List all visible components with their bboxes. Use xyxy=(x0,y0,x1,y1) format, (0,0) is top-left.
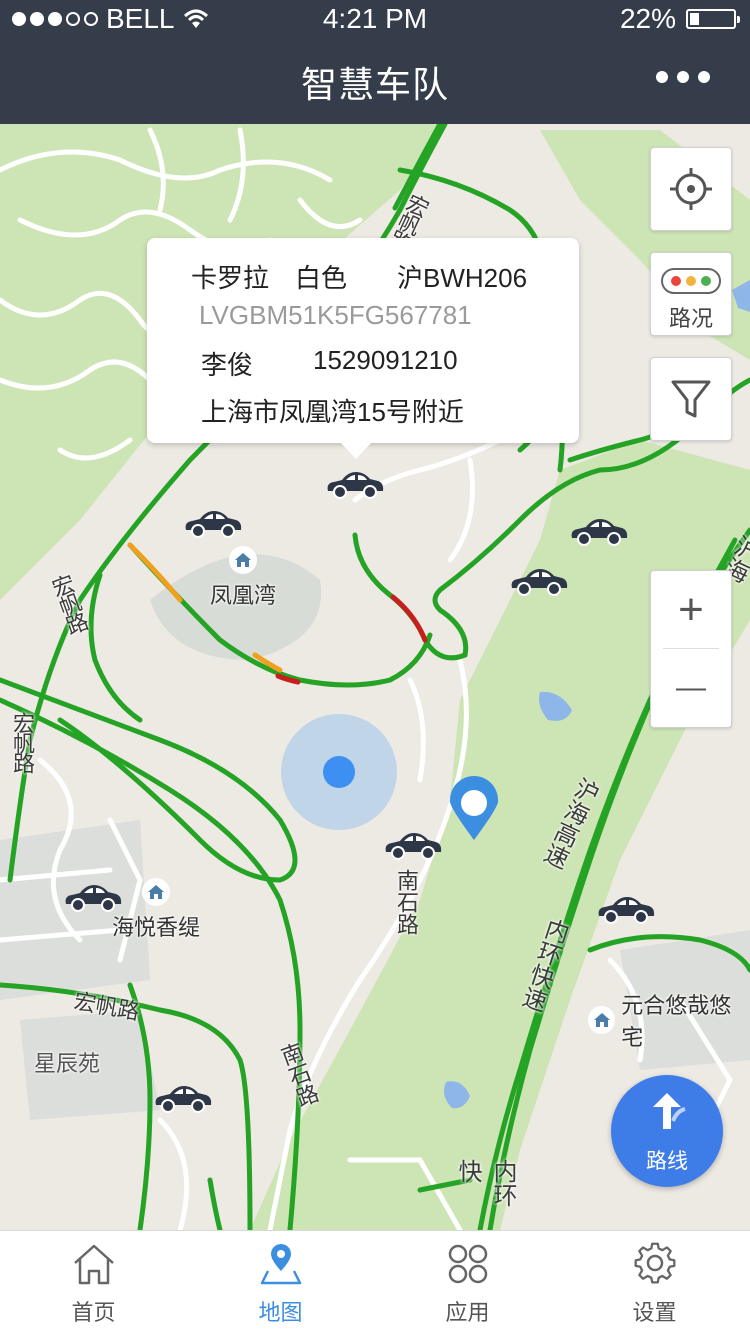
route-arrow-icon xyxy=(653,1093,686,1129)
road-label: 宏帆路 xyxy=(10,712,35,772)
vehicle-vin: LVGBM51K5FG567781 xyxy=(199,300,472,330)
road-label: 内环快 xyxy=(454,1159,516,1207)
filter-icon xyxy=(671,380,711,418)
building-icon xyxy=(142,878,170,906)
locate-button[interactable] xyxy=(650,147,732,231)
zoom-control: + — xyxy=(650,570,732,728)
zoom-out-button[interactable]: — xyxy=(651,649,731,727)
building-icon xyxy=(588,1006,616,1034)
poi-yuanheyouzai[interactable]: 元合悠哉悠宅 xyxy=(588,988,750,1052)
vehicle-marker-car-icon[interactable] xyxy=(182,506,244,540)
more-dot xyxy=(656,71,668,83)
vehicle-marker-car-icon[interactable] xyxy=(382,828,444,862)
traffic-label: 路况 xyxy=(668,306,713,331)
page-title: 智慧车队 xyxy=(300,64,449,105)
building-icon xyxy=(229,546,257,574)
vehicle-marker-car-icon[interactable] xyxy=(324,467,386,501)
traffic-button[interactable]: 路况 xyxy=(650,252,732,336)
map-pin-icon xyxy=(260,1243,302,1285)
route-button[interactable]: 路线 xyxy=(611,1075,723,1187)
tab-label: 首页 xyxy=(71,1300,116,1325)
traffic-light-icon xyxy=(661,268,721,294)
tab-home[interactable]: 首页 xyxy=(0,1231,187,1335)
filter-button[interactable] xyxy=(650,357,732,441)
vehicle-marker-car-icon[interactable] xyxy=(152,1081,214,1115)
vehicle-marker-car-icon[interactable] xyxy=(62,880,124,914)
vehicle-plate: 沪BWH206 xyxy=(397,263,528,293)
driver-name: 李俊 xyxy=(201,350,254,380)
vehicle-marker-car-icon[interactable] xyxy=(595,892,657,926)
apps-grid-icon xyxy=(448,1244,488,1284)
poi-fenghuangwan[interactable]: 凤凰湾 xyxy=(210,546,276,610)
area-label: 星辰苑 xyxy=(34,1051,101,1076)
vehicle-color: 白色 xyxy=(295,263,348,293)
home-icon xyxy=(74,1244,114,1285)
more-menu-button[interactable] xyxy=(656,71,710,83)
tab-map[interactable]: 地图 xyxy=(187,1231,374,1335)
more-dot xyxy=(677,71,689,83)
tab-apps[interactable]: 应用 xyxy=(374,1231,561,1335)
road-label: 南石路 xyxy=(394,869,419,935)
poi-haiyuexiangti[interactable]: 海悦香缇 xyxy=(112,878,200,942)
battery-percent: 22% xyxy=(619,3,676,34)
vehicle-info-popup[interactable]: 卡罗拉 白色 沪BWH206 LVGBM51K5FG567781 李俊 1529… xyxy=(147,238,579,459)
status-bar: BELL 4:21 PM 22% xyxy=(0,0,750,40)
driver-phone[interactable]: 1529091210 xyxy=(313,345,458,376)
vehicle-marker-car-icon[interactable] xyxy=(508,564,570,598)
more-dot xyxy=(698,71,710,83)
tab-bar: 首页 地图 应用 设置 xyxy=(0,1230,750,1335)
poi-label: 元合悠哉悠宅 xyxy=(621,993,732,1050)
crosshair-icon xyxy=(670,168,712,210)
nav-bar: 智慧车队 xyxy=(0,40,750,124)
vehicle-location: 上海市凤凰湾15号附近 xyxy=(201,397,464,427)
poi-label: 海悦香缇 xyxy=(112,915,201,940)
vehicle-marker-car-icon[interactable] xyxy=(568,514,630,548)
battery-icon xyxy=(686,9,740,29)
status-right: 22% xyxy=(619,3,740,35)
gear-icon xyxy=(634,1242,676,1284)
tab-label: 设置 xyxy=(632,1300,677,1325)
tab-label: 地图 xyxy=(258,1300,303,1325)
tab-settings[interactable]: 设置 xyxy=(561,1231,748,1335)
zoom-in-button[interactable]: + xyxy=(651,571,731,649)
tab-label: 应用 xyxy=(445,1300,490,1325)
poi-label: 凤凰湾 xyxy=(210,583,277,608)
route-label: 路线 xyxy=(646,1150,688,1173)
vehicle-model: 卡罗拉 xyxy=(191,263,270,293)
